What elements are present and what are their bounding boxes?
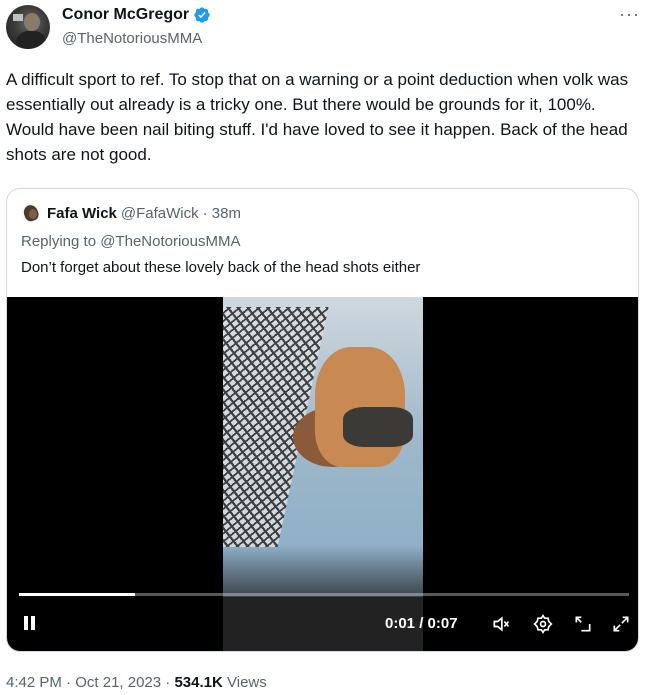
quoted-tweet[interactable]: Fafa Wick @FafaWick · 38m Replying to @T… (6, 188, 639, 652)
quoted-author-handle[interactable]: @FafaWick (121, 205, 199, 222)
video-duration: 0:07 (427, 615, 458, 632)
meta-separator: · (66, 674, 72, 691)
video-progress-bar[interactable] (19, 593, 629, 596)
author-name[interactable]: Conor McGregor (62, 6, 189, 24)
video-time: 0:01 / 0:07 (385, 615, 458, 632)
verified-badge-icon (194, 7, 210, 23)
tweet-meta: 4:42 PM · Oct 21, 2023 · 534.1K Views (6, 674, 267, 691)
author-avatar[interactable] (6, 5, 50, 49)
tweet-date[interactable]: Oct 21, 2023 (75, 674, 161, 691)
tweet-time[interactable]: 4:42 PM (6, 674, 62, 691)
quoted-author-name[interactable]: Fafa Wick (47, 205, 117, 222)
quoted-age: · 38m (202, 204, 241, 222)
quoted-author-avatar[interactable] (21, 203, 41, 223)
mute-icon[interactable] (491, 614, 511, 634)
quoted-tweet-text: Don’t forget about these lovely back of … (21, 259, 421, 276)
replying-to[interactable]: Replying to @TheNotoriousMMA (21, 233, 240, 250)
video-controls: 0:01 / 0:07 (7, 587, 638, 651)
author-handle[interactable]: @TheNotoriousMMA (62, 30, 202, 47)
video-player[interactable]: 0:01 / 0:07 (7, 297, 638, 651)
views-label: Views (227, 674, 267, 691)
pip-icon[interactable] (573, 614, 593, 634)
tweet-text: A difficult sport to ref. To stop that o… (6, 70, 629, 164)
settings-icon[interactable] (533, 614, 553, 634)
video-current-time: 0:01 (385, 615, 416, 632)
fullscreen-icon[interactable] (611, 614, 631, 634)
meta-separator: · (165, 674, 171, 691)
more-icon[interactable]: ··· (619, 4, 640, 25)
pause-icon[interactable] (21, 614, 39, 632)
views-count[interactable]: 534.1K (174, 674, 222, 691)
